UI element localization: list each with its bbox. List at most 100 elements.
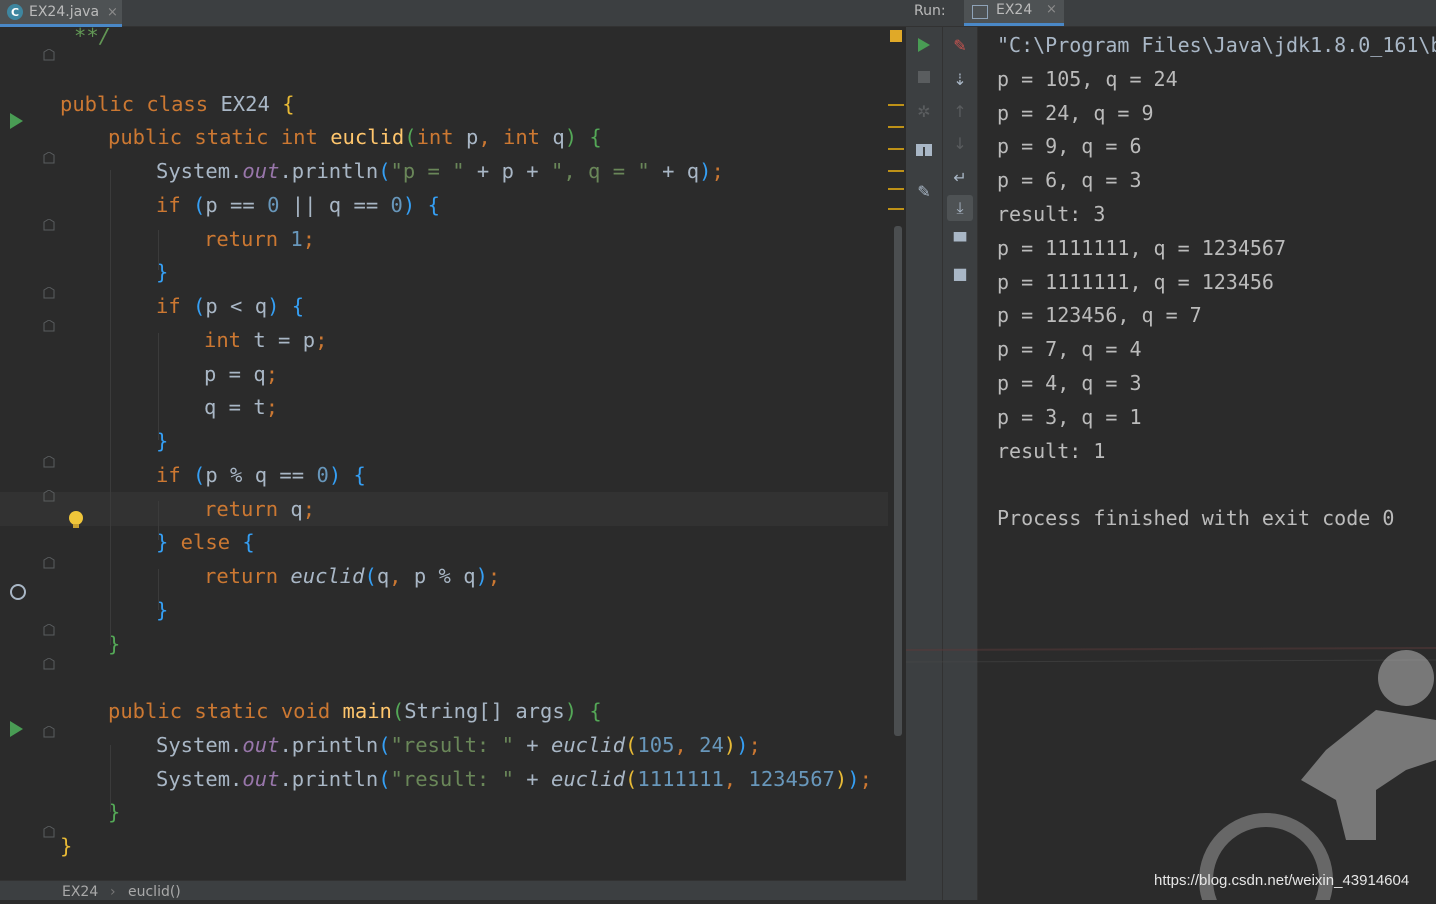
code-token: 0 bbox=[390, 192, 403, 217]
fold-marker-icon[interactable] bbox=[43, 823, 55, 838]
code-token: ) bbox=[267, 294, 280, 318]
code-line[interactable]: System.out.println("result: " + euclid(1… bbox=[0, 728, 906, 762]
fold-marker-icon[interactable] bbox=[43, 216, 55, 231]
code-area[interactable]: **/public class EX24 {public static int … bbox=[0, 24, 906, 880]
code-line[interactable]: public class EX24 { bbox=[0, 87, 906, 121]
editor-scrollbar[interactable] bbox=[888, 28, 906, 880]
console-line: p = 3, q = 1 bbox=[997, 404, 1142, 429]
up-arrow-icon[interactable]: ↑ bbox=[950, 101, 970, 121]
run-tab-ex24[interactable]: EX24 × bbox=[964, 0, 1064, 26]
run-gutter-icon[interactable] bbox=[10, 113, 23, 129]
code-token: ( bbox=[193, 294, 206, 318]
code-token: String[] args bbox=[404, 699, 565, 723]
code-token: public bbox=[60, 91, 147, 116]
code-token: ) bbox=[699, 159, 712, 183]
close-icon[interactable]: × bbox=[107, 5, 118, 20]
error-stripe-mark[interactable] bbox=[888, 208, 904, 210]
pin-icon[interactable]: ✎ bbox=[914, 181, 934, 201]
fold-marker-icon[interactable] bbox=[43, 655, 55, 670]
code-token: ( bbox=[625, 732, 638, 757]
code-token: return bbox=[204, 226, 291, 251]
console-line: p = 105, q = 24 bbox=[997, 66, 1178, 91]
code-editor[interactable]: C EX24.java × **/public class EX24 {publ… bbox=[0, 0, 906, 900]
sort-down-icon[interactable]: ⇣ bbox=[950, 69, 970, 89]
code-line[interactable]: q = t; bbox=[0, 390, 906, 424]
error-stripe-mark[interactable] bbox=[888, 170, 904, 172]
code-token: static bbox=[194, 699, 281, 723]
recursion-icon bbox=[10, 584, 26, 600]
lightbulb-icon[interactable] bbox=[69, 511, 83, 528]
code-line[interactable] bbox=[0, 660, 906, 694]
code-token: public bbox=[108, 125, 195, 150]
code-token: ; bbox=[711, 159, 724, 183]
breadcrumb-separator: › bbox=[110, 884, 116, 900]
code-token: "result: " bbox=[390, 732, 514, 757]
fold-marker-icon[interactable] bbox=[43, 554, 55, 569]
breadcrumb-method[interactable]: euclid() bbox=[128, 884, 181, 900]
code-line[interactable]: System.out.println("result: " + euclid(1… bbox=[0, 762, 906, 796]
code-line[interactable]: } bbox=[0, 424, 906, 458]
code-token: , bbox=[674, 732, 700, 757]
scrollbar-thumb[interactable] bbox=[894, 226, 902, 736]
code-line[interactable]: public static void main(String[] args) { bbox=[0, 694, 906, 728]
code-line[interactable]: } bbox=[0, 829, 906, 863]
code-line[interactable]: } bbox=[0, 255, 906, 289]
code-token: p < q bbox=[205, 294, 268, 318]
code-line[interactable]: **/ bbox=[0, 19, 906, 53]
error-stripe-mark[interactable] bbox=[888, 104, 904, 106]
layout-icon[interactable] bbox=[914, 140, 934, 160]
fold-marker-icon[interactable] bbox=[43, 453, 55, 468]
down-arrow-icon[interactable]: ↓ bbox=[950, 133, 970, 153]
fold-marker-icon[interactable] bbox=[43, 487, 55, 502]
fold-marker-icon[interactable] bbox=[43, 149, 55, 164]
run-gutter-icon[interactable] bbox=[10, 721, 23, 737]
fold-marker-icon[interactable] bbox=[43, 621, 55, 636]
scroll-to-end-icon[interactable]: ⤓ bbox=[947, 195, 973, 221]
code-line[interactable]: p = q; bbox=[0, 357, 906, 391]
console-line: p = 9, q = 6 bbox=[997, 134, 1142, 159]
rerun-icon[interactable] bbox=[914, 35, 934, 55]
code-line[interactable]: } bbox=[0, 795, 906, 829]
trash-icon[interactable]: ■ bbox=[950, 263, 970, 283]
error-stripe-mark[interactable] bbox=[888, 126, 904, 128]
fold-marker-icon[interactable] bbox=[43, 317, 55, 332]
code-token: ( bbox=[378, 732, 391, 757]
code-token: q = t bbox=[204, 395, 266, 420]
code-line[interactable]: System.out.println("p = " + p + ", q = "… bbox=[0, 154, 906, 188]
code-token: } bbox=[60, 834, 73, 858]
code-line[interactable]: if (p == 0 || q == 0) { bbox=[0, 188, 906, 222]
code-line[interactable]: return q; bbox=[0, 491, 906, 526]
error-stripe-mark[interactable] bbox=[888, 148, 904, 150]
close-icon[interactable]: × bbox=[1046, 2, 1057, 17]
editor-tab-label: EX24.java bbox=[29, 4, 100, 20]
debug-gear-icon[interactable]: ✲ bbox=[914, 101, 934, 121]
code-line[interactable] bbox=[0, 53, 906, 87]
breadcrumb-class[interactable]: EX24 bbox=[62, 884, 98, 900]
code-line[interactable]: int t = p; bbox=[0, 323, 906, 357]
fold-marker-icon[interactable] bbox=[43, 284, 55, 299]
code-token: + p + bbox=[464, 159, 551, 183]
code-line[interactable]: return euclid(q, p % q); bbox=[0, 559, 906, 593]
code-token: out bbox=[242, 159, 280, 183]
stop-icon[interactable] bbox=[914, 67, 934, 87]
code-token: { bbox=[589, 125, 602, 150]
print-icon[interactable]: ▀ bbox=[950, 231, 970, 251]
code-token: return bbox=[204, 564, 291, 588]
fold-marker-icon[interactable] bbox=[43, 46, 55, 61]
warning-marker-icon[interactable] bbox=[890, 30, 902, 42]
fold-marker-icon[interactable] bbox=[43, 723, 55, 738]
error-stripe-mark[interactable] bbox=[888, 188, 904, 190]
code-line[interactable]: public static int euclid(int p, int q) { bbox=[0, 120, 906, 154]
console-line: result: 3 bbox=[997, 202, 1106, 226]
edit-config-icon[interactable]: ✎ bbox=[950, 35, 970, 55]
code-line[interactable]: if (p % q == 0) { bbox=[0, 458, 906, 492]
soft-wrap-icon[interactable]: ↵ bbox=[950, 167, 970, 187]
code-line[interactable]: } else { bbox=[0, 525, 906, 559]
code-line[interactable]: } bbox=[0, 627, 906, 661]
console-output[interactable]: "C:\Program Files\Java\jdk1.8.0_161\bin\… bbox=[978, 27, 1436, 900]
code-line[interactable]: if (p < q) { bbox=[0, 289, 906, 323]
code-line[interactable]: } bbox=[0, 593, 906, 627]
code-token: { bbox=[291, 294, 305, 318]
code-line[interactable]: return 1; bbox=[0, 222, 906, 256]
